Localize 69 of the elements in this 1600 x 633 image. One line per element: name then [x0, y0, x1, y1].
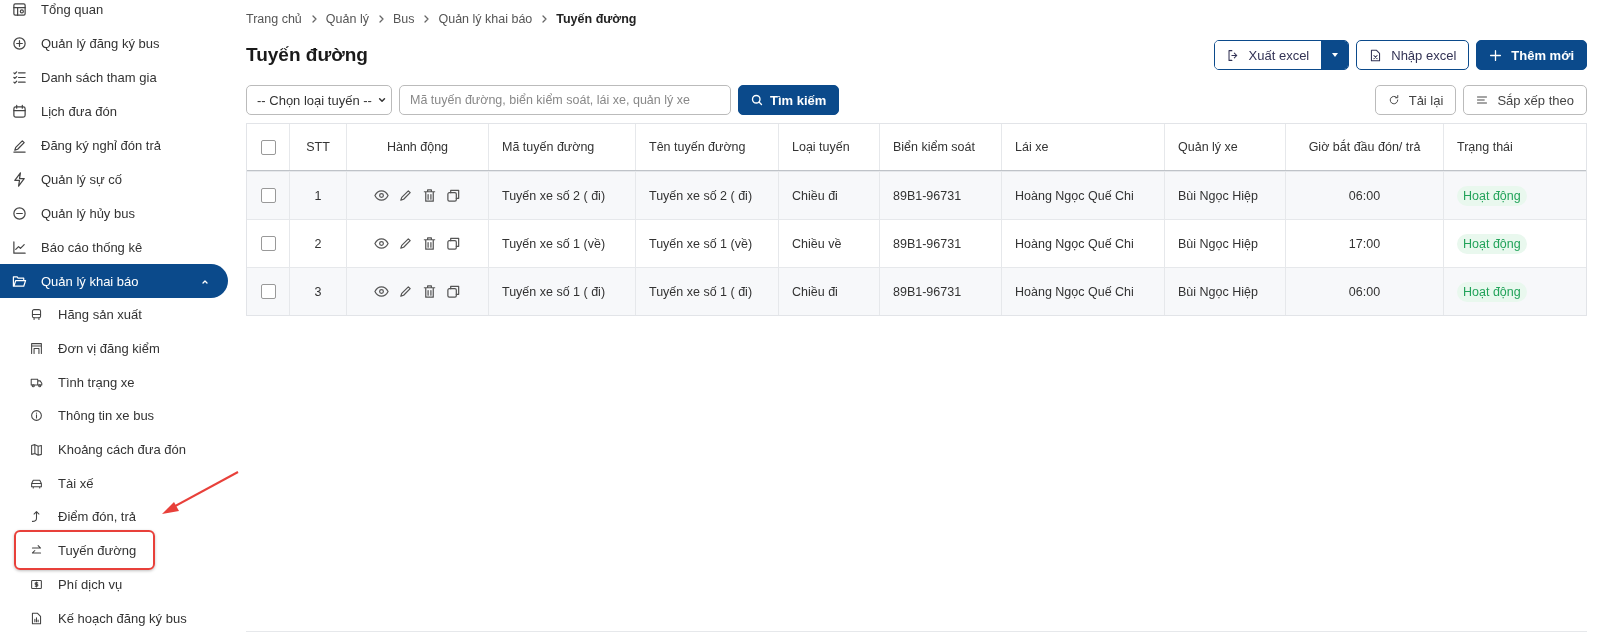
- sidebar-subitem[interactable]: Kế hoạch đăng ký bus: [0, 601, 195, 633]
- sidebar-subitem[interactable]: Khoảng cách đưa đón: [0, 432, 194, 467]
- sidebar-subitem[interactable]: Đơn vị đăng kiểm: [0, 331, 168, 366]
- row-number: 2: [314, 236, 322, 251]
- sidebar-item[interactable]: Quản lý đăng ký bus: [0, 26, 228, 60]
- route-type: Chiều đi: [792, 188, 838, 203]
- route-type: Chiều về: [792, 236, 842, 251]
- sidebar-item[interactable]: Lịch đưa đón: [0, 94, 228, 128]
- sidebar-item[interactable]: Báo cáo thống kê: [0, 230, 228, 264]
- sidebar-subitem[interactable]: Tài xế: [0, 466, 102, 501]
- sidebar-item[interactable]: Danh sách tham gia: [0, 60, 228, 94]
- manager-name: Bùi Ngọc Hiệp: [1178, 236, 1258, 251]
- column-header: Biển kiểm soát: [893, 140, 975, 154]
- sidebar-item[interactable]: Đăng ký nghỉ đón trả: [0, 128, 228, 162]
- manager-name: Bùi Ngọc Hiệp: [1178, 188, 1258, 203]
- breadcrumb-link[interactable]: Trang chủ: [246, 12, 302, 26]
- column-header: STT: [306, 140, 330, 154]
- reload-button[interactable]: Tải lại: [1374, 85, 1457, 115]
- driver-name: Hoàng Ngọc Quế Chi: [1015, 188, 1134, 203]
- column-header: Quản lý xe: [1178, 140, 1238, 154]
- route-type: Chiều đi: [792, 284, 838, 299]
- column-header: Trạng thái: [1457, 140, 1513, 154]
- route-code: Tuyến xe số 1 (về): [502, 236, 606, 251]
- row-number: 3: [314, 284, 322, 299]
- column-header: Giờ bắt đầu đón/ trả: [1308, 140, 1421, 154]
- route-type-select[interactable]: -- Chọn loại tuyến --: [246, 85, 392, 115]
- row-number: 1: [314, 188, 322, 203]
- sort-button[interactable]: Sắp xếp theo: [1463, 85, 1587, 115]
- route-code: Tuyến xe số 2 ( đi): [502, 188, 606, 203]
- driver-name: Hoàng Ngọc Quế Chi: [1015, 284, 1134, 299]
- status-badge: Hoạt động: [1457, 185, 1527, 206]
- start-time: 06:00: [1348, 188, 1381, 203]
- sidebar-item[interactable]: Tổng quan: [0, 0, 228, 26]
- column-header: Loại tuyến: [792, 140, 850, 154]
- sidebar-subitem[interactable]: Điểm đón, trả: [0, 500, 145, 534]
- status-badge: Hoạt động: [1457, 233, 1527, 254]
- sidebar-item[interactable]: Quản lý sự cố: [0, 162, 228, 196]
- sidebar-item[interactable]: Quản lý khai báo: [0, 264, 228, 298]
- breadcrumb-link[interactable]: Bus: [392, 12, 415, 26]
- breadcrumb-link[interactable]: Quản lý: [325, 12, 369, 26]
- start-time: 17:00: [1348, 236, 1381, 251]
- search-field[interactable]: Mã tuyến đường, biển kiểm soát, lái xe, quản lý xe: [399, 85, 731, 115]
- column-header: Mã tuyến đường: [502, 140, 595, 154]
- sidebar-item[interactable]: Quản lý hủy bus: [0, 196, 228, 230]
- route-name: Tuyến xe số 1 (về): [649, 236, 753, 251]
- driver-name: Hoàng Ngọc Quế Chi: [1015, 236, 1134, 251]
- sidebar-subitem[interactable]: Tuyến đường: [0, 533, 145, 568]
- column-header: Tên tuyến đường: [649, 140, 746, 154]
- breadcrumb-current: Tuyến đường: [556, 12, 637, 26]
- add-new-button[interactable]: Thêm mới: [1476, 40, 1587, 70]
- search-button[interactable]: Tìm kiếm: [738, 85, 840, 115]
- sidebar-subitem[interactable]: Hãng sản xuất: [0, 298, 150, 332]
- sidebar-subitem[interactable]: Tình trạng xe: [0, 365, 143, 400]
- column-header: Lái xe: [1015, 140, 1049, 154]
- route-name: Tuyến xe số 1 ( đi): [649, 284, 753, 299]
- sidebar-subitem[interactable]: Phí dịch vụ: [0, 567, 131, 602]
- start-time: 06:00: [1348, 284, 1381, 299]
- status-badge: Hoạt động: [1457, 281, 1527, 302]
- plate-number: 89B1-96731: [893, 188, 962, 203]
- route-name: Tuyến xe số 2 ( đi): [649, 188, 753, 203]
- page-title: Tuyến đường: [246, 44, 368, 66]
- column-header: Hành động: [386, 140, 449, 154]
- plate-number: 89B1-96731: [893, 284, 962, 299]
- manager-name: Bùi Ngọc Hiệp: [1178, 284, 1258, 299]
- route-code: Tuyến xe số 1 ( đi): [502, 284, 606, 299]
- breadcrumb-link[interactable]: Quản lý khai báo: [438, 12, 533, 26]
- sidebar-subitem[interactable]: Thông tin xe bus: [0, 399, 163, 433]
- plate-number: 89B1-96731: [893, 236, 962, 251]
- import-excel-button[interactable]: Nhập excel: [1356, 40, 1470, 70]
